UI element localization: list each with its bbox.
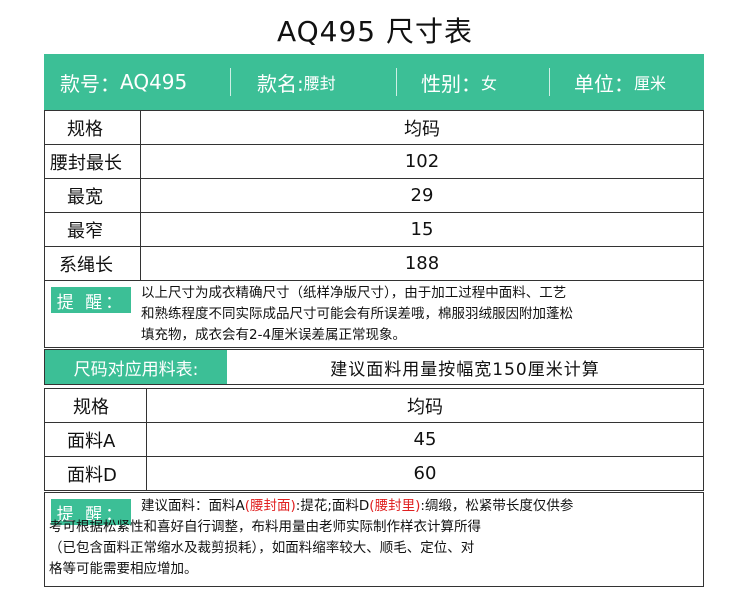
style-name-value: 腰封 [303, 74, 336, 93]
tip-text: 以上尺寸为成衣精确尺寸（纸样净版尺寸），由于加工过程中面料、工艺 和熟练程度不同… [141, 283, 701, 346]
unit-label: 单位： [574, 71, 634, 96]
row-value: 60 [146, 456, 704, 491]
table-header-cell: 均码 [140, 110, 704, 145]
row-label: 面料D [44, 456, 147, 491]
row-value: 188 [140, 246, 704, 281]
unit-value: 厘米 [634, 74, 667, 93]
row-label: 系绳长 [44, 246, 141, 281]
row-label: 面料A [44, 422, 147, 457]
table-header-cell: 规格 [44, 388, 147, 423]
row-label: 最宽 [44, 178, 141, 213]
style-number-value: AQ495 [120, 70, 188, 94]
table-row: 面料D 60 [44, 456, 704, 491]
table-row: 最窄 15 [44, 212, 704, 247]
tip-box-sizes: 提 醒： 以上尺寸为成衣精确尺寸（纸样净版尺寸），由于加工过程中面料、工艺 和熟… [44, 280, 704, 348]
tip-line: 建议面料：面料A(腰封面):提花;面料D(腰封里):绸缎，松紧带长度仅供参 [141, 498, 574, 514]
tip-text: 建议面料：面料A(腰封面):提花;面料D(腰封里):绸缎，松紧带长度仅供参 考可… [49, 496, 701, 580]
row-value: 45 [146, 422, 704, 457]
unit: 单位： 厘米 [550, 54, 700, 110]
tip-line: 和熟练程度不同实际成品尺寸可能会有所误差哦，棉服羽绒服因附加蓬松 [141, 306, 573, 322]
row-label: 最窄 [44, 212, 141, 247]
highlight-text: (腰封里) [369, 498, 421, 514]
row-value: 29 [140, 178, 704, 213]
tip-line: 考可根据松紧性和喜好自行调整，布料用量由老师实际制作样衣计算所得 [49, 519, 481, 535]
table-header-row: 规格 均码 [44, 110, 704, 145]
table-row: 最宽 29 [44, 178, 704, 213]
tip-label: 提 醒： [51, 287, 131, 313]
gender-label: 性别： [421, 71, 481, 96]
fabric-table: 规格 均码 面料A 45 面料D 60 [44, 388, 704, 491]
info-header: 款号： AQ495 款名: 腰封 性别： 女 单位： 厘米 [44, 54, 704, 110]
table-row: 面料A 45 [44, 422, 704, 457]
row-value: 102 [140, 144, 704, 179]
table-header-cell: 规格 [44, 110, 141, 145]
table-row: 腰封最长 102 [44, 144, 704, 179]
fabric-section-bar: 尺码对应用料表: 建议面料用量按幅宽150厘米计算 [44, 349, 704, 385]
tip-line: 填充物，成衣会有2-4厘米误差属正常现象。 [141, 327, 407, 343]
table-header-cell: 均码 [146, 388, 704, 423]
fabric-section-note: 建议面料用量按幅宽150厘米计算 [330, 359, 600, 380]
tip-line: 格等可能需要相应增加。 [49, 561, 198, 577]
highlight-text: (腰封面) [244, 498, 296, 514]
fabric-section-label: 尺码对应用料表: [45, 350, 227, 384]
style-number-label: 款号： [60, 71, 120, 96]
table-header-row: 规格 均码 [44, 388, 704, 423]
row-value: 15 [140, 212, 704, 247]
gender: 性别： 女 [397, 54, 549, 110]
tip-box-fabric: 提 醒： 建议面料：面料A(腰封面):提花;面料D(腰封里):绸缎，松紧带长度仅… [44, 492, 704, 587]
style-name-label: 款名: [257, 71, 304, 96]
page-title: AQ495 尺寸表 [276, 15, 474, 48]
style-number: 款号： AQ495 [44, 54, 230, 110]
table-row: 系绳长 188 [44, 246, 704, 281]
tip-line: 以上尺寸为成衣精确尺寸（纸样净版尺寸），由于加工过程中面料、工艺 [141, 285, 567, 301]
style-name: 款名: 腰封 [231, 54, 396, 110]
size-table: 规格 均码 腰封最长 102 最宽 29 最窄 15 系绳长 188 [44, 110, 704, 281]
gender-value: 女 [481, 74, 498, 93]
row-label: 腰封最长 [44, 144, 141, 179]
tip-line: （已包含面料正常缩水及裁剪损耗），如面料缩率较大、顺毛、定位、对 [49, 540, 475, 556]
